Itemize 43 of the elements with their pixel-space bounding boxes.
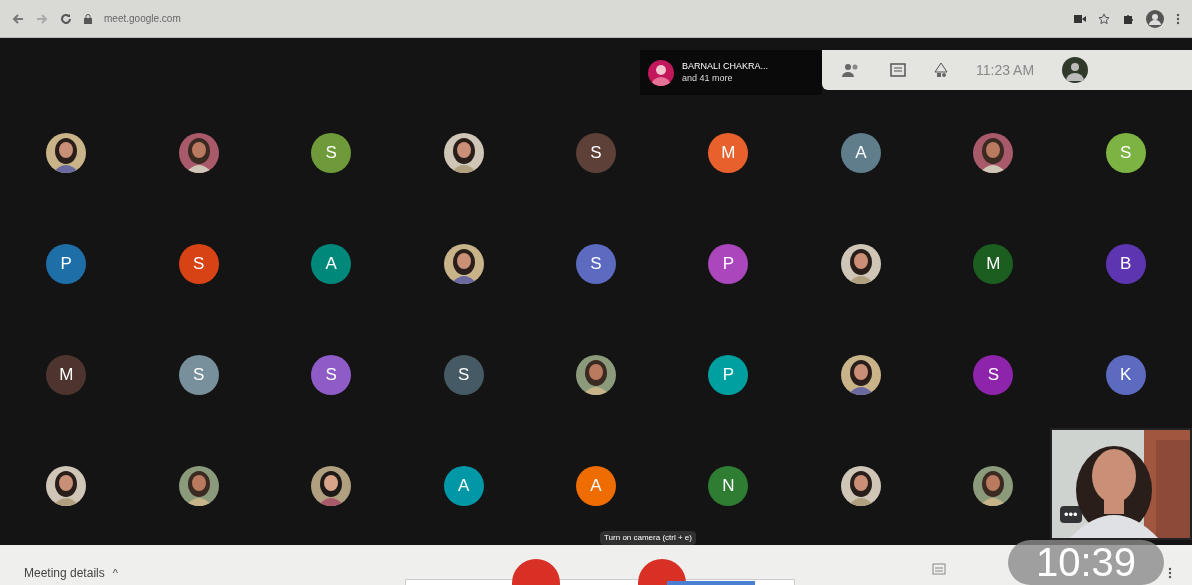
avatar-initial: P	[46, 244, 87, 284]
reload-icon[interactable]	[60, 12, 72, 25]
back-icon[interactable]	[12, 12, 24, 25]
presenter-name: BARNALI CHAKRA...	[682, 61, 769, 73]
avatar-initial: A	[576, 466, 616, 506]
profile-avatar-icon[interactable]	[1146, 9, 1164, 28]
avatar-initial: N	[708, 466, 749, 506]
puzzle-icon[interactable]	[1122, 12, 1134, 25]
avatar-initial: S	[973, 355, 1014, 395]
avatar-initial: S	[178, 244, 219, 284]
avatar-initial: S	[311, 355, 352, 395]
avatar-initial: S	[443, 355, 484, 395]
avatar-initial: P	[708, 355, 749, 395]
user-avatar-icon[interactable]	[1062, 57, 1089, 83]
avatar-initial: K	[1105, 355, 1146, 395]
clock-overlay: 10:39	[1035, 542, 1137, 582]
avatar-initial: P	[708, 244, 749, 284]
more-icon[interactable]	[1168, 567, 1172, 579]
avatar-initial: B	[1105, 244, 1146, 284]
shapes-icon[interactable]	[934, 62, 948, 78]
avatar-initial: S	[576, 244, 616, 284]
presenter-more: and 41 more	[682, 72, 734, 84]
avatar-initial: M	[708, 133, 749, 173]
avatar-initial: S	[1105, 133, 1146, 173]
avatar-initial: S	[178, 355, 219, 395]
caret-icon[interactable]: ^	[112, 568, 118, 579]
avatar-initial: M	[973, 244, 1014, 284]
camera-icon[interactable]	[1074, 14, 1086, 23]
avatar-initial: A	[311, 244, 352, 284]
avatar-initial: A	[443, 466, 484, 506]
avatar-initial: S	[576, 133, 616, 173]
star-icon[interactable]	[1098, 12, 1110, 25]
lock-icon	[84, 13, 92, 24]
tooltip: Turn on camera (ctrl + e)	[600, 531, 696, 545]
chat-icon[interactable]	[890, 63, 906, 77]
avatar-initial: A	[840, 133, 881, 173]
meeting-details-button[interactable]: Meeting details	[24, 567, 105, 579]
more-icon[interactable]	[1176, 12, 1180, 25]
avatar-initial: M	[46, 355, 87, 395]
url-field[interactable]: meet.google.com	[104, 11, 181, 26]
avatar-initial: S	[311, 133, 352, 173]
clock-time: 11:23 AM	[976, 60, 1035, 80]
more-options-button[interactable]: •••	[1060, 506, 1082, 523]
